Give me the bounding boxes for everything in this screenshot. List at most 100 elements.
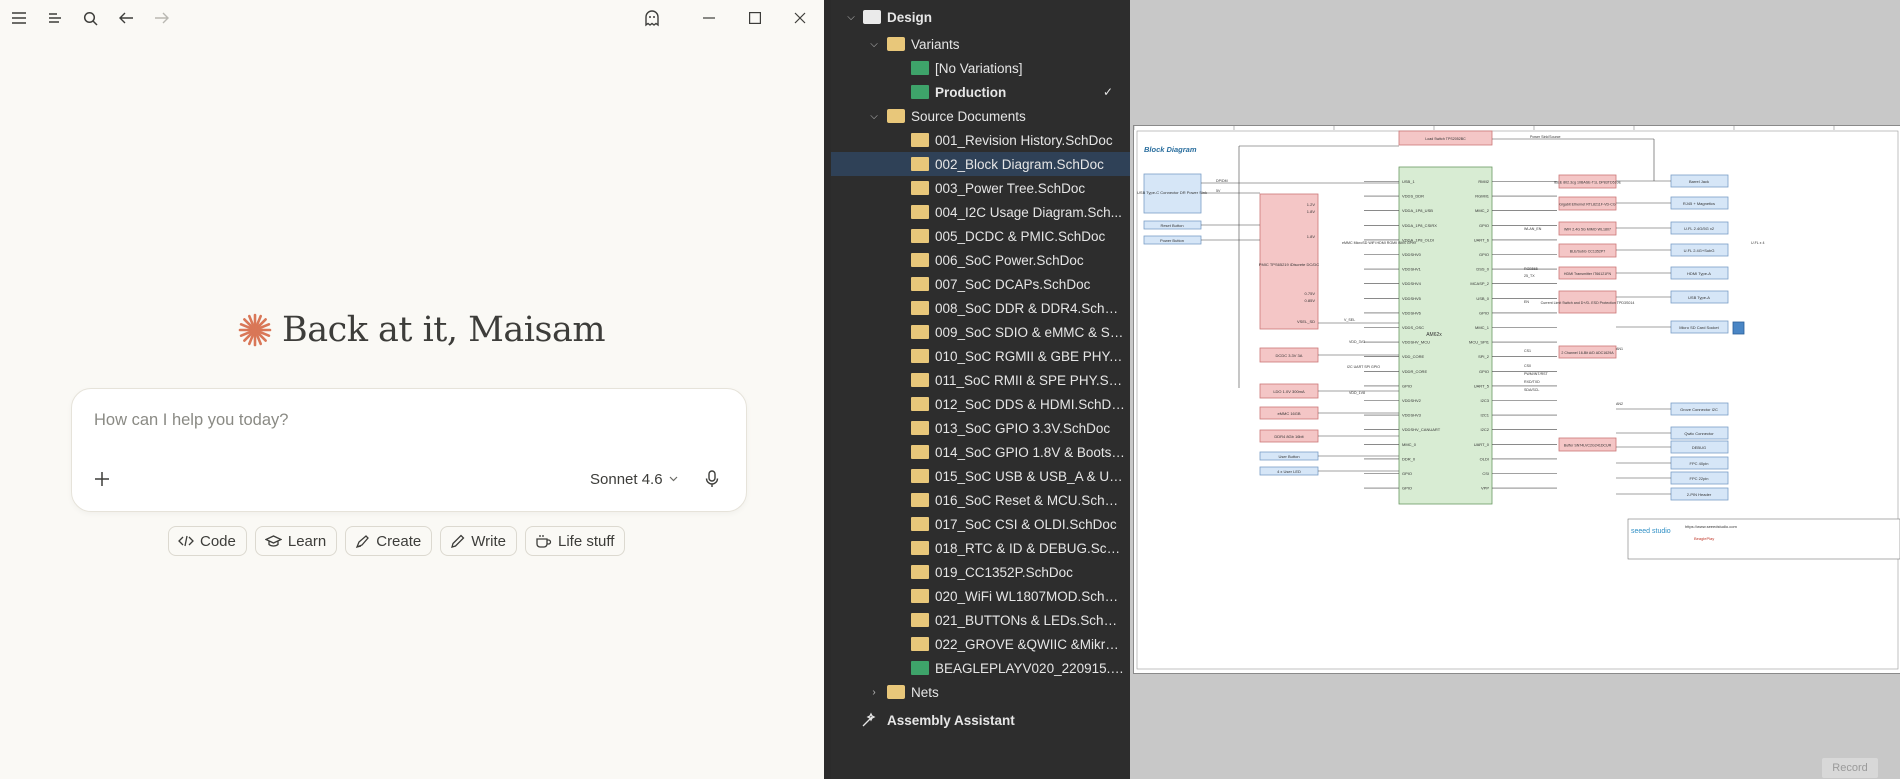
tree-document-item[interactable]: 001_Revision History.SchDoc	[831, 128, 1130, 152]
tree-folder-nets[interactable]: › Nets	[831, 680, 1130, 704]
plus-icon[interactable]	[88, 465, 116, 493]
diagram-title: Block Diagram	[1144, 145, 1197, 154]
tree-document-item[interactable]: BEAGLEPLAYV020_220915.br...	[831, 656, 1130, 680]
block-diagram: Block Diagram AM62x USB_1 VDDS_DDR VDDA_1P8_…	[1133, 126, 1900, 670]
right-block-label: U.FL 2.4G+SubG	[1684, 248, 1715, 253]
microphone-icon[interactable]	[698, 465, 726, 493]
pmic-rail-label: 1.2V	[1307, 202, 1316, 207]
signal-label: CS1	[1524, 349, 1531, 353]
tree-document-item[interactable]: 002_Block Diagram.SchDoc	[831, 152, 1130, 176]
chip-write[interactable]: Write	[440, 526, 517, 556]
tree-item-label: 020_WiFi WL1807MOD.SchDoc	[935, 588, 1125, 604]
sidebar-toggle-icon[interactable]	[5, 4, 33, 32]
chip-code[interactable]: Code	[168, 526, 247, 556]
schematic-sheet[interactable]: Block Diagram AM62x USB_1 VDDS_DDR VDDA_1P8_…	[1133, 125, 1900, 674]
schematic-document-icon	[911, 373, 929, 387]
prompt-box: Sonnet 4.6	[71, 388, 747, 512]
chevron-down-icon[interactable]: ⌵	[868, 39, 880, 50]
tree-document-item[interactable]: 003_Power Tree.SchDoc	[831, 176, 1130, 200]
tree-document-item[interactable]: 008_SoC DDR & DDR4.SchDoc	[831, 296, 1130, 320]
tree-item-label: 001_Revision History.SchDoc	[935, 132, 1113, 148]
tree-document-item[interactable]: 005_DCDC & PMIC.SchDoc	[831, 224, 1130, 248]
soc-pin-label: VDDSHV6	[1402, 310, 1422, 315]
tree-document-item[interactable]: 012_SoC DDS & HDMI.SchDoc	[831, 392, 1130, 416]
tree-document-item[interactable]: 018_RTC & ID & DEBUG.SchDoc	[831, 536, 1130, 560]
right-block-label: FPC 40pin	[1690, 461, 1709, 466]
chevron-down-icon[interactable]: ⌵	[868, 111, 880, 122]
minimize-icon[interactable]	[695, 4, 723, 32]
search-icon[interactable]	[76, 4, 104, 32]
soc-pin-label: DSS_0	[1476, 267, 1489, 272]
schematic-document-icon	[911, 637, 929, 651]
assembly-assistant[interactable]: Assembly Assistant	[831, 708, 1130, 732]
tree-item-label: 015_SoC USB & USB_A & USB...	[935, 468, 1125, 484]
back-arrow-icon[interactable]	[112, 4, 140, 32]
claude-spark-icon	[238, 313, 272, 347]
tree-document-item[interactable]: 015_SoC USB & USB_A & USB...	[831, 464, 1130, 488]
wand-icon	[861, 712, 877, 728]
tree-document-item[interactable]: 017_SoC CSI & OLDI.SchDoc	[831, 512, 1130, 536]
tree-document-item[interactable]: 013_SoC GPIO 3.3V.SchDoc	[831, 416, 1130, 440]
tree-item-label: 008_SoC DDR & DDR4.SchDoc	[935, 300, 1125, 316]
tree-document-item[interactable]: 021_BUTTONs & LEDs.SchDoc	[831, 608, 1130, 632]
chevron-down-icon[interactable]: ⌵	[845, 12, 857, 23]
tree-item-label: Production	[935, 84, 1007, 100]
ghost-icon[interactable]	[638, 4, 666, 32]
tree-folder-source-documents[interactable]: ⌵ Source Documents	[831, 104, 1130, 128]
chevron-right-icon[interactable]: ›	[868, 687, 880, 698]
soc-pin-label: VDDS_DDR	[1402, 194, 1424, 199]
right-block-label: U.FL 2.4G/5G x2	[1684, 226, 1715, 231]
tree-document-item[interactable]: 011_SoC RMII & SPE PHY.Sch...	[831, 368, 1130, 392]
forward-arrow-icon[interactable]	[147, 4, 175, 32]
chip-label: Create	[376, 532, 422, 550]
prompt-input[interactable]	[92, 407, 716, 433]
tree-document-item[interactable]: 016_SoC Reset & MCU.SchDoc	[831, 488, 1130, 512]
tree-folder-variants[interactable]: ⌵ Variants	[831, 32, 1130, 56]
mid-block-label: Gigabit Ethernet RTL8211F-VD-CG	[1559, 202, 1616, 206]
tree-variant-none[interactable]: [No Variations]	[831, 56, 1130, 80]
ldo-label: LDO 1.0V 300mA	[1273, 389, 1305, 394]
soc-pin-label: VDDSHV5	[1402, 296, 1422, 301]
tree-document-item[interactable]: 009_SoC SDIO & eMMC & SD....	[831, 320, 1130, 344]
mid-block-label: Load Switch TPS2052BC	[1425, 137, 1466, 141]
signal-label: 25_TX	[1524, 274, 1535, 278]
chip-create[interactable]: Create	[345, 526, 433, 556]
close-icon[interactable]	[786, 4, 814, 32]
tree-document-item[interactable]: 014_SoC GPIO 1.8V & Bootstr...	[831, 440, 1130, 464]
mid-block-label: Buffer SN74LVC2G241DCUR	[1564, 443, 1612, 447]
soc-pin-label: DDR_0	[1402, 456, 1416, 461]
tree-document-item[interactable]: 010_SoC RGMII & GBE PHY.S...	[831, 344, 1130, 368]
soc-pin-label: VDDSHV3	[1402, 413, 1422, 418]
soc-pin-label: UART_0	[1474, 442, 1490, 447]
tree-document-item[interactable]: 020_WiFi WL1807MOD.SchDoc	[831, 584, 1130, 608]
record-button[interactable]: Record	[1822, 758, 1878, 778]
schematic-document-icon	[911, 589, 929, 603]
chip-label: Code	[200, 532, 236, 550]
model-select[interactable]: Sonnet 4.6	[590, 468, 678, 490]
tree-variant-production[interactable]: Production ✓	[831, 80, 1130, 104]
coffee-cup-icon	[535, 534, 552, 549]
mid-block-label: IEEE 802.3cg 10BASE-T1L DP83TD510E	[1554, 180, 1622, 184]
chip-learn[interactable]: Learn	[254, 526, 338, 556]
list-icon[interactable]	[41, 4, 69, 32]
schematic-viewer[interactable]: Block Diagram AM62x USB_1 VDDS_DDR VDDA_1P8_…	[1130, 0, 1900, 779]
soc-pin-label: OLDI	[1480, 456, 1489, 461]
tree-document-item[interactable]: 006_SoC Power.SchDoc	[831, 248, 1130, 272]
tree-item-label: 007_SoC DCAPs.SchDoc	[935, 276, 1091, 292]
signal-label: PWM/INT/RST	[1524, 372, 1549, 376]
tree-document-item[interactable]: 004_I2C Usage Diagram.Sch...	[831, 200, 1130, 224]
tree-document-item[interactable]: 022_GROVE &QWIIC &MikroB...	[831, 632, 1130, 656]
soc-pin-label: VDDR_CORE	[1402, 369, 1427, 374]
soc-pin-label: CSI	[1482, 471, 1489, 476]
soc-pin-label: VPP	[1481, 486, 1489, 491]
signal-label: VDD_3V3	[1349, 340, 1365, 344]
greeting-text: Back at it, Maisam	[282, 310, 606, 350]
tree-document-item[interactable]: 019_CC1352P.SchDoc	[831, 560, 1130, 584]
schematic-document-icon	[911, 517, 929, 531]
tree-root-design[interactable]: ⌵ Design	[831, 5, 1130, 29]
tree-document-item[interactable]: 007_SoC DCAPs.SchDoc	[831, 272, 1130, 296]
maximize-icon[interactable]	[741, 4, 769, 32]
chip-life-stuff[interactable]: Life stuff	[525, 526, 626, 556]
title-block-board: BeaglePlay	[1694, 536, 1714, 541]
signal-label: VDD_1V8	[1349, 391, 1365, 395]
